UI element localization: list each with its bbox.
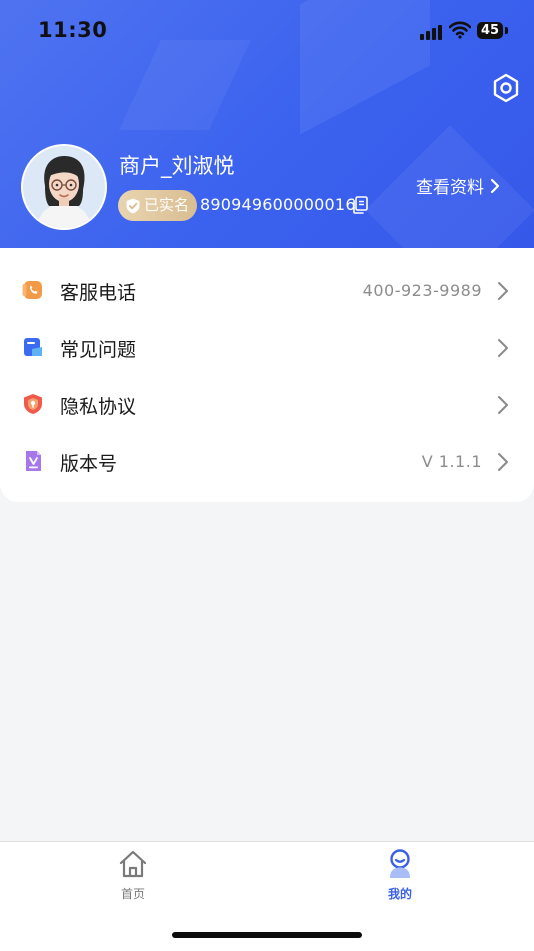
shield-icon [24, 394, 42, 414]
copy-icon[interactable] [350, 195, 370, 215]
menu-item-faq[interactable]: 常见问题 [0, 319, 534, 375]
home-icon [119, 850, 147, 878]
cellular-signal-icon [420, 25, 442, 40]
username: 商户_刘淑悦 [119, 154, 235, 178]
customer-service-phone: 400-923-9989 [362, 281, 482, 300]
account-number: 890949600000016 [200, 195, 356, 214]
app-version: V 1.1.1 [421, 452, 482, 471]
phone-icon [22, 281, 42, 299]
menu-label: 客服电话 [60, 282, 137, 304]
view-profile-label: 查看资料 [416, 178, 484, 198]
menu-item-customer-service[interactable]: 客服电话 400-923-9989 [0, 262, 534, 318]
avatar-illustration [23, 146, 105, 228]
chevron-right-icon [498, 396, 508, 414]
chevron-right-icon [498, 282, 508, 300]
wifi-icon [449, 21, 471, 39]
menu-item-version[interactable]: 版本号 V 1.1.1 [0, 433, 534, 489]
menu-label: 常见问题 [60, 339, 137, 361]
menu-label: 隐私协议 [60, 396, 137, 418]
battery-indicator: 45 [477, 22, 503, 39]
tab-label: 我的 [387, 887, 412, 901]
verified-shield-icon [126, 198, 140, 213]
status-time: 11:30 [38, 18, 108, 42]
home-indicator [172, 932, 362, 938]
status-bar: 11:30 45 [0, 0, 534, 62]
avatar[interactable] [21, 144, 107, 230]
verified-label: 已实名 [144, 196, 190, 214]
menu-label: 版本号 [60, 453, 118, 475]
tab-label: 首页 [120, 887, 145, 901]
chevron-right-icon [490, 178, 500, 193]
chevron-right-icon [498, 339, 508, 357]
chevron-right-icon [498, 453, 508, 471]
version-icon [26, 451, 41, 471]
faq-icon [24, 338, 42, 356]
view-profile-link[interactable]: 查看资料 [416, 173, 500, 198]
verified-badge: 已实名 [118, 190, 198, 221]
menu-list: 客服电话 400-923-9989 常见问题 隐私协议 版本号 V 1.1.1 [0, 248, 534, 502]
menu-item-privacy-policy[interactable]: 隐私协议 [0, 376, 534, 432]
tab-home[interactable]: 首页 [103, 848, 163, 902]
tab-mine[interactable]: 我的 [370, 848, 430, 902]
settings-gear-icon[interactable] [490, 72, 522, 104]
battery-cap [505, 27, 508, 34]
profile-icon [390, 849, 410, 878]
profile-header: 11:30 45 商户_刘淑悦 已实名 890949600000016 查看资料 [0, 0, 534, 248]
